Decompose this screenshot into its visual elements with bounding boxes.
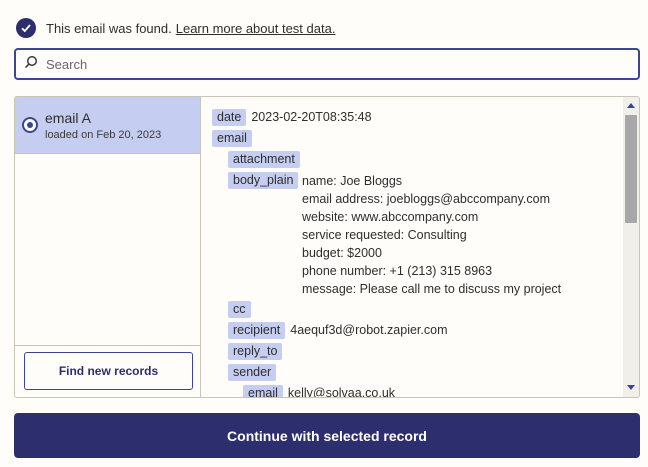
search-icon bbox=[24, 55, 38, 74]
field-key: email bbox=[243, 385, 283, 397]
field-reply-to: reply_to bbox=[228, 343, 283, 360]
field-key: recipient bbox=[228, 322, 286, 339]
field-key: reply_to bbox=[228, 343, 283, 360]
search-box[interactable] bbox=[14, 48, 640, 80]
records-panel: email A loaded on Feb 20, 2023 Find new … bbox=[14, 96, 640, 398]
record-loaded-date: loaded on Feb 20, 2023 bbox=[45, 129, 162, 141]
learn-more-link[interactable]: Learn more about test data. bbox=[176, 21, 336, 36]
field-cc: cc bbox=[228, 301, 251, 318]
body-line: website: www.abccompany.com bbox=[302, 210, 479, 224]
body-line: message: Please call me to discuss my pr… bbox=[302, 282, 562, 296]
body-line: budget: $2000 bbox=[302, 246, 382, 260]
field-key: attachment bbox=[228, 151, 300, 168]
checkmark-icon bbox=[16, 18, 36, 38]
field-value: kelly@solvaa.co.uk bbox=[287, 386, 396, 397]
scroll-thumb[interactable] bbox=[625, 115, 637, 223]
field-sender: sender bbox=[228, 364, 277, 381]
body-plain-value: name: Joe Bloggs email address: joeblogg… bbox=[302, 172, 561, 298]
detail-scrollbar[interactable] bbox=[623, 97, 639, 397]
field-key: email bbox=[212, 130, 252, 147]
find-new-records-button[interactable]: Find new records bbox=[24, 352, 193, 390]
body-line: name: Joe Bloggs bbox=[302, 174, 403, 188]
field-recipient: recipient 4aequf3d@robot.zapier.com bbox=[228, 322, 447, 339]
field-key: cc bbox=[228, 301, 251, 318]
records-list: email A loaded on Feb 20, 2023 Find new … bbox=[15, 97, 201, 397]
search-input[interactable] bbox=[46, 56, 606, 72]
field-value: 2023-02-20T08:35:48 bbox=[251, 110, 372, 124]
body-line: service requested: Consulting bbox=[302, 228, 467, 242]
body-line: phone number: +1 (213) 315 8963 bbox=[302, 264, 493, 278]
record-item-email-a[interactable]: email A loaded on Feb 20, 2023 bbox=[15, 97, 200, 154]
record-name: email A bbox=[45, 110, 91, 126]
found-notice: This email was found. Learn more about t… bbox=[16, 17, 335, 39]
field-key: date bbox=[212, 109, 247, 126]
field-attachment: attachment bbox=[228, 151, 300, 168]
field-sender-email: email kelly@solvaa.co.uk bbox=[243, 385, 395, 397]
field-key: sender bbox=[228, 364, 277, 381]
record-detail: date 2023-02-20T08:35:48 email attachmen… bbox=[201, 97, 621, 397]
body-line: email address: joebloggs@abccompany.com bbox=[302, 192, 550, 206]
notice-text: This email was found. bbox=[46, 20, 172, 36]
field-email: email bbox=[212, 130, 252, 147]
scroll-up-arrow-icon[interactable] bbox=[627, 103, 635, 108]
field-body-plain: body_plain bbox=[228, 172, 299, 189]
continue-with-selected-record-button[interactable]: Continue with selected record bbox=[14, 413, 640, 458]
find-records-area: Find new records bbox=[15, 345, 200, 397]
field-value: 4aequf3d@robot.zapier.com bbox=[290, 323, 448, 337]
scroll-down-arrow-icon[interactable] bbox=[627, 385, 635, 390]
radio-selected-icon[interactable] bbox=[22, 117, 38, 133]
field-key: body_plain bbox=[228, 172, 299, 189]
field-date: date 2023-02-20T08:35:48 bbox=[212, 109, 372, 126]
